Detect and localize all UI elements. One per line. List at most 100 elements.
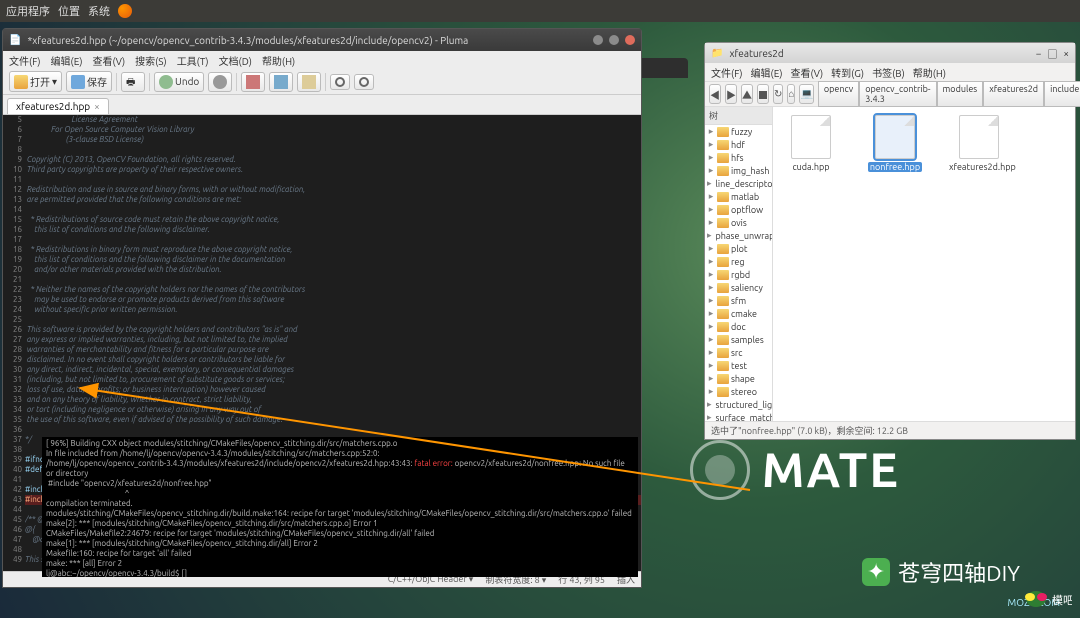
menu-tools[interactable]: 工具(T) [177,53,209,68]
menu-system[interactable]: 系统 [88,3,110,19]
tree-item-plot[interactable]: ▸plot [705,242,772,255]
print-button[interactable]: 🖶 [121,72,145,92]
tree-item-fuzzy[interactable]: ▸fuzzy [705,125,772,138]
tree-item-optflow[interactable]: ▸optflow [705,203,772,216]
menu-help[interactable]: 帮助(H) [913,65,946,80]
menu-edit[interactable]: 编辑(E) [751,65,783,80]
open-icon [14,75,28,89]
pluma-toolbar: 打开▾ 保存 🖶 Undo [3,69,641,95]
cut-icon [246,75,260,89]
folder-icon [717,140,729,150]
crumb-opencv_contrib-3.4.3[interactable]: opencv_contrib-3.4.3 [859,81,936,107]
reload-button[interactable]: ↻ [773,84,783,104]
folder-icon [717,283,729,293]
file-nonfree.hpp[interactable]: nonfree.hpp [865,115,925,172]
folder-icon [717,166,729,176]
tree-item-shape[interactable]: ▸shape [705,372,772,385]
tree-item-structured_light[interactable]: ▸structured_light [705,398,772,411]
up-button[interactable]: ▲ [741,84,753,104]
menu-view[interactable]: 查看(V) [92,53,125,68]
folder-icon [717,296,729,306]
tree-item-hfs[interactable]: ▸hfs [705,151,772,164]
tree-item-reg[interactable]: ▸reg [705,255,772,268]
crumb-opencv[interactable]: opencv [818,81,859,107]
back-button[interactable]: ◀ [709,84,721,104]
close-icon[interactable] [625,35,635,45]
file-cuda.hpp[interactable]: cuda.hpp [781,115,841,172]
file-xfeatures2d.hpp[interactable]: xfeatures2d.hpp [949,115,1009,172]
menu-applications[interactable]: 应用程序 [6,3,50,19]
paste-button[interactable] [297,72,321,92]
tree-item-doc[interactable]: ▸doc [705,320,772,333]
save-icon [71,75,85,89]
min-icon[interactable] [593,35,603,45]
undo-button[interactable]: Undo [154,72,204,92]
tree-item-rgbd[interactable]: ▸rgbd [705,268,772,281]
crumb-modules[interactable]: modules [937,81,984,107]
caja-menubar: 文件(F) 编辑(E) 查看(V) 转到(G) 书签(B) 帮助(H) [705,63,1075,81]
menu-bookmarks[interactable]: 书签(B) [872,65,905,80]
tree-item-surface_matching[interactable]: ▸surface_matching [705,411,772,421]
tree-item-samples[interactable]: ▸samples [705,333,772,346]
folder-icon [717,244,729,254]
close-icon[interactable]: × [1063,48,1069,59]
tree-item-saliency[interactable]: ▸saliency [705,281,772,294]
crumb-include[interactable]: include [1044,81,1080,107]
forward-button[interactable]: ▶ [725,84,737,104]
file-pane[interactable]: cuda.hpp nonfree.hpp xfeatures2d.hpp [773,107,1075,421]
folder-icon [717,257,729,267]
cut-button[interactable] [241,72,265,92]
tree-item-cmake[interactable]: ▸cmake [705,307,772,320]
menu-go[interactable]: 转到(G) [831,65,864,80]
menu-file[interactable]: 文件(F) [711,65,743,80]
computer-button[interactable]: 💻 [799,84,813,104]
replace-button[interactable] [354,74,374,90]
save-button[interactable]: 保存 [66,71,112,92]
tab-xfeatures2d[interactable]: xfeatures2d.hpp× [7,98,109,114]
breadcrumb: opencvopencv_contrib-3.4.3modulesxfeatur… [818,81,1080,107]
tree-item-test[interactable]: ▸test [705,359,772,372]
pluma-menubar: 文件(F) 编辑(E) 查看(V) 搜索(S) 工具(T) 文档(D) 帮助(H… [3,51,641,69]
folder-icon [717,387,729,397]
tree-item-phase_unwrapping[interactable]: ▸phase_unwrapping [705,229,772,242]
caja-titlebar[interactable]: 📁 xfeatures2d − □ × [705,43,1075,63]
find-button[interactable] [330,74,350,90]
tree-item-src[interactable]: ▸src [705,346,772,359]
file-icon [959,115,999,159]
tree-item-img_hash[interactable]: ▸img_hash [705,164,772,177]
home-button[interactable]: ⌂ [787,84,795,104]
tree-item-sfm[interactable]: ▸sfm [705,294,772,307]
min-icon[interactable]: − [1036,48,1042,59]
menu-documents[interactable]: 文档(D) [219,53,252,68]
menu-places[interactable]: 位置 [58,3,80,19]
window-title: xfeatures2d [729,48,1029,59]
menu-view[interactable]: 查看(V) [790,65,823,80]
max-icon[interactable]: □ [1047,46,1057,61]
redo-button[interactable] [208,72,232,92]
firefox-icon[interactable] [118,4,132,18]
max-icon[interactable] [609,35,619,45]
tree-item-stereo[interactable]: ▸stereo [705,385,772,398]
window-title: *xfeatures2d.hpp (~/opencv/opencv_contri… [27,35,587,46]
mate-circle-icon [690,440,750,500]
crumb-xfeatures2d[interactable]: xfeatures2d [983,81,1044,107]
tree-item-hdf[interactable]: ▸hdf [705,138,772,151]
stop-button[interactable]: ■ [757,84,769,104]
caja-statusbar: 选中了"nonfree.hpp" (7.0 kB)，剩余空间: 12.2 GB [705,421,1075,439]
tree-item-line_descriptor[interactable]: ▸line_descriptor [705,177,772,190]
open-button[interactable]: 打开▾ [9,71,62,92]
tree-item-ovis[interactable]: ▸ovis [705,216,772,229]
menu-search[interactable]: 搜索(S) [135,53,167,68]
folder-icon [717,361,729,371]
terminal-output[interactable]: [ 96%] Building CXX object modules/stitc… [42,437,638,577]
menu-help[interactable]: 帮助(H) [262,53,295,68]
tree-item-matlab[interactable]: ▸matlab [705,190,772,203]
side-tree[interactable]: 树 ▸fuzzy▸hdf▸hfs▸img_hash▸line_descripto… [705,107,773,421]
copy-button[interactable] [269,72,293,92]
menu-edit[interactable]: 编辑(E) [51,53,83,68]
tab-close-icon[interactable]: × [94,101,100,112]
svg-text:模吧: 模吧 [1052,594,1072,607]
pluma-titlebar[interactable]: 📄 *xfeatures2d.hpp (~/opencv/opencv_cont… [3,29,641,51]
menu-file[interactable]: 文件(F) [9,53,41,68]
copy-icon [274,75,288,89]
